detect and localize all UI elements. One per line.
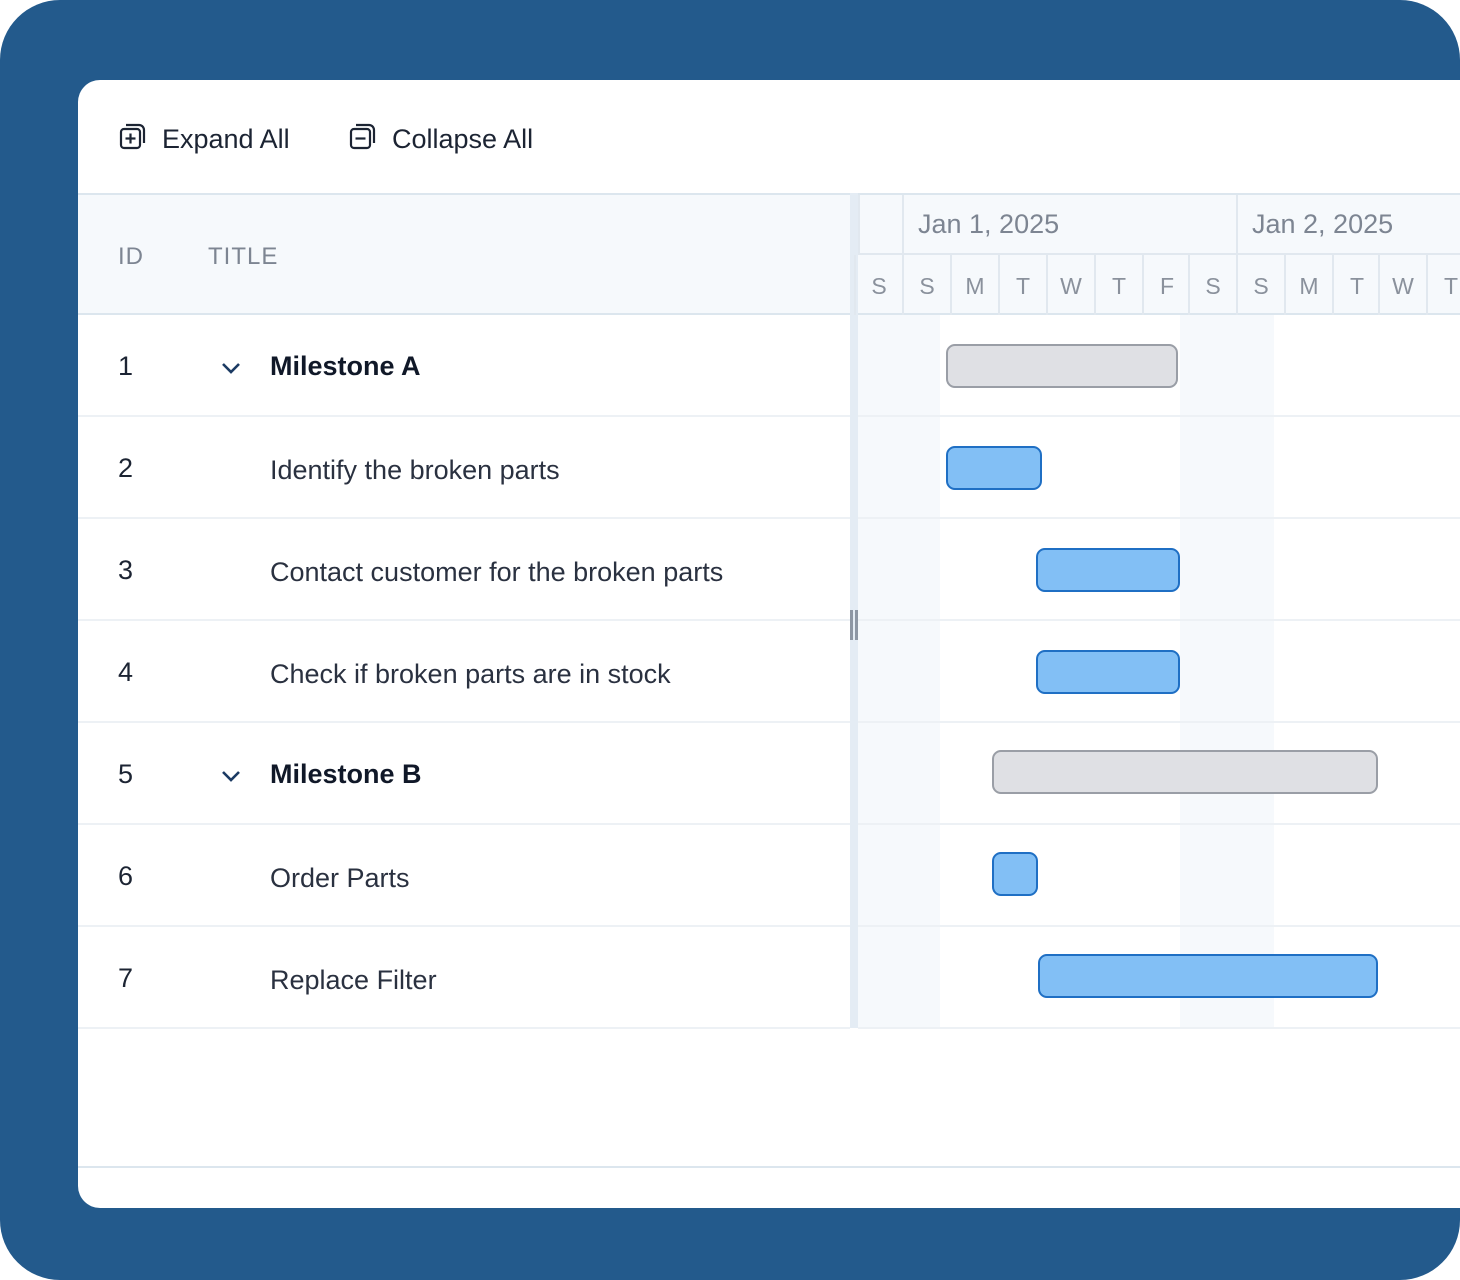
- table-row[interactable]: 1 Milestone A: [78, 315, 850, 417]
- timeline-day: T: [1426, 255, 1460, 315]
- expand-all-button[interactable]: Expand All: [118, 122, 290, 156]
- timeline-day: S: [1236, 255, 1284, 315]
- row-divider: [858, 925, 1460, 927]
- weekend-shade: [1180, 315, 1274, 1028]
- timeline-day: T: [1332, 255, 1380, 315]
- weekend-shade: [858, 315, 940, 1028]
- timeline-date: Jan 1, 2025: [902, 195, 1236, 255]
- table-row[interactable]: 7 Replace Filter: [78, 927, 850, 1029]
- row-title: Order Parts: [270, 863, 410, 893]
- row-id: 5: [118, 759, 134, 789]
- row-title: Check if broken parts are in stock: [270, 659, 671, 689]
- chevron-down-icon[interactable]: [218, 763, 244, 789]
- column-header-id[interactable]: ID: [118, 243, 144, 271]
- table-row[interactable]: 2 Identify the broken parts: [78, 417, 850, 519]
- row-id: 2: [118, 453, 134, 483]
- row-divider: [858, 1027, 1460, 1029]
- timeline-day: T: [998, 255, 1046, 315]
- toolbar: Expand All Collapse All: [78, 80, 1460, 194]
- table-row[interactable]: 3 Contact customer for the broken parts: [78, 519, 850, 621]
- row-id: 1: [118, 351, 134, 381]
- table-row[interactable]: 6 Order Parts: [78, 825, 850, 927]
- task-bar[interactable]: [1036, 650, 1180, 694]
- collapse-all-button[interactable]: Collapse All: [348, 122, 533, 156]
- row-divider: [858, 721, 1460, 723]
- timeline-day: M: [950, 255, 998, 315]
- timeline-day: S: [902, 255, 950, 315]
- table-row[interactable]: 4 Check if broken parts are in stock: [78, 621, 850, 723]
- row-divider: [858, 823, 1460, 825]
- row-title: Contact customer for the broken parts: [270, 557, 724, 587]
- column-header-title[interactable]: TITLE: [208, 243, 278, 271]
- timeline-day: S: [1188, 255, 1236, 315]
- table-row[interactable]: 5 Milestone B: [78, 723, 850, 825]
- timeline-body: [858, 315, 1460, 1029]
- timeline-day: W: [1046, 255, 1094, 315]
- timeline-day: T: [1094, 255, 1142, 315]
- row-id: 4: [118, 657, 134, 687]
- chevron-down-icon[interactable]: [218, 355, 244, 381]
- collapse-all-label: Collapse All: [392, 123, 534, 154]
- timeline-day: S: [854, 255, 902, 315]
- row-title: Milestone A: [270, 351, 421, 381]
- task-bar[interactable]: [1038, 954, 1378, 998]
- row-id: 3: [118, 555, 134, 585]
- row-divider: [858, 415, 1460, 417]
- footer-divider: [78, 1166, 1460, 1168]
- expand-all-icon: [118, 121, 148, 158]
- timeline-day: F: [1142, 255, 1190, 315]
- collapse-all-icon: [348, 121, 378, 158]
- row-divider: [858, 517, 1460, 519]
- grid-header: ID TITLE: [78, 193, 850, 315]
- timeline-day: W: [1378, 255, 1426, 315]
- timeline-day: M: [1284, 255, 1332, 315]
- row-title: Replace Filter: [270, 965, 437, 995]
- row-id: 6: [118, 861, 134, 891]
- task-bar[interactable]: [1036, 548, 1180, 592]
- gantt-panel: Expand All Collapse All ID TITLE 1 Miles…: [78, 80, 1460, 1208]
- expand-all-label: Expand All: [162, 123, 290, 154]
- timeline-date: Jan 2, 2025: [1236, 195, 1460, 255]
- task-bar[interactable]: [992, 852, 1038, 896]
- milestone-a-bar[interactable]: [946, 344, 1178, 388]
- row-divider: [858, 619, 1460, 621]
- timeline-date-cell: [858, 195, 902, 255]
- milestone-b-bar[interactable]: [992, 750, 1378, 794]
- timeline-header: Jan 1, 2025 Jan 2, 2025 S S M T W T F S …: [854, 193, 1460, 315]
- row-title: Identify the broken parts: [270, 455, 560, 485]
- row-title: Milestone B: [270, 759, 422, 789]
- task-bar[interactable]: [946, 446, 1042, 490]
- row-id: 7: [118, 963, 134, 993]
